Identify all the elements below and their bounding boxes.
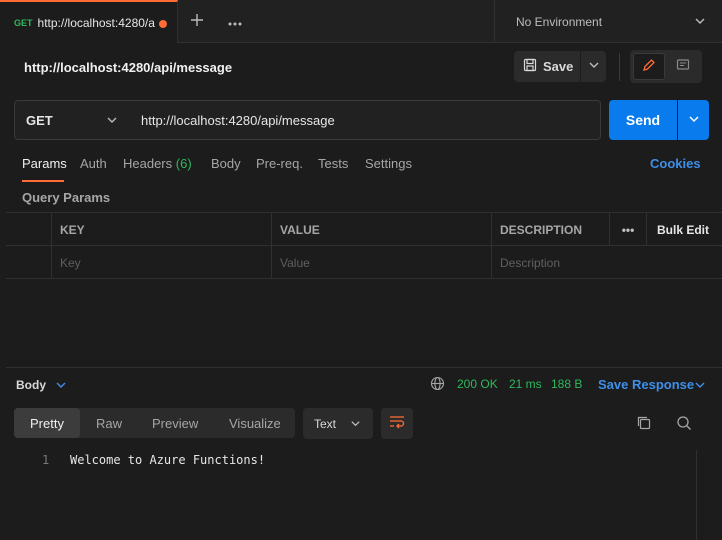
tab-body[interactable]: Body [211,156,241,171]
language-label: Text [314,416,337,431]
save-button[interactable]: Save [514,51,580,82]
value-input[interactable]: Value [271,246,491,279]
chevron-down-icon [688,113,700,128]
format-raw[interactable]: Raw [96,408,122,438]
language-select[interactable]: Text [303,408,373,439]
unsaved-dot-icon [159,20,167,28]
edit-mode-button[interactable] [633,53,665,80]
tab-prereq[interactable]: Pre-req. [256,156,303,171]
format-preview[interactable]: Preview [152,408,198,438]
save-response-button[interactable]: Save Response [598,377,694,392]
tab-params[interactable]: Params [22,156,67,171]
more-options-icon[interactable]: ••• [609,213,646,246]
globe-icon[interactable] [430,376,445,394]
request-title[interactable]: http://localhost:4280/api/message [24,60,232,75]
response-time[interactable]: 21 ms [509,377,542,391]
cookies-link[interactable]: Cookies [650,156,701,171]
format-pretty[interactable]: Pretty [14,408,80,438]
pane-divider[interactable] [6,367,722,368]
query-params-label: Query Params [22,190,111,205]
response-body-label[interactable]: Body [16,378,46,392]
send-button[interactable]: Send [609,100,677,140]
comment-icon [676,58,690,75]
new-tab-plus-icon[interactable] [186,10,208,32]
params-header-row: KEY VALUE DESCRIPTION ••• Bulk Edit [6,213,722,246]
chevron-down-icon [350,418,361,432]
url-value: http://localhost:4280/api/message [141,112,335,128]
chevron-down-icon [694,15,706,30]
status-code[interactable]: 200 OK [457,377,498,391]
description-column-header: DESCRIPTION [491,213,609,246]
active-tab-indicator [22,180,64,182]
headers-count-badge: (6) [175,156,192,171]
copy-icon[interactable] [636,415,652,434]
response-content[interactable]: Welcome to Azure Functions! [70,453,265,467]
method-label: GET [26,112,53,128]
row-checkbox-cell [6,246,51,279]
url-input[interactable]: http://localhost:4280/api/message [129,100,601,140]
response-scrollbar[interactable] [696,450,722,540]
format-visualize[interactable]: Visualize [229,408,281,438]
wrap-lines-button[interactable] [381,408,413,439]
send-dropdown-button[interactable] [678,100,709,140]
response-size[interactable]: 188 B [551,377,582,391]
key-input[interactable]: Key [51,246,271,279]
chevron-down-icon[interactable] [55,379,67,394]
line-number: 1 [42,453,50,467]
chevron-down-icon [106,114,118,129]
bulk-edit-button[interactable]: Bulk Edit [646,213,722,246]
save-label: Save [543,59,574,74]
tab-headers[interactable]: Headers (6) [123,156,192,171]
value-column-header: VALUE [271,213,491,246]
tab-method: GET [14,17,33,28]
toolbar-divider [619,53,620,81]
key-column-header: KEY [51,213,271,246]
request-tab[interactable]: GET http://localhost:4280/a [0,0,178,43]
environment-select[interactable]: No Environment [494,0,722,43]
search-icon[interactable] [676,415,692,434]
params-table: KEY VALUE DESCRIPTION ••• Bulk Edit Key … [6,212,722,279]
chevron-down-icon[interactable] [694,379,706,394]
save-icon [523,58,537,75]
tab-auth[interactable]: Auth [80,156,107,171]
params-empty-row: Key Value Description [6,246,722,279]
description-input[interactable]: Description [491,246,722,279]
tab-url: http://localhost:4280/a [37,15,155,30]
tab-settings[interactable]: Settings [365,156,412,171]
tab-more-icon[interactable] [224,10,246,32]
tab-tests[interactable]: Tests [318,156,348,171]
tab-headers-label: Headers [123,156,173,171]
comment-button[interactable] [667,53,699,80]
pencil-icon [642,58,656,75]
wrap-lines-icon [389,415,405,432]
checkbox-column-header [6,213,51,246]
method-select[interactable]: GET [14,100,130,140]
save-dropdown-button[interactable] [581,51,606,82]
chevron-down-icon [588,59,600,74]
environment-label: No Environment [516,14,603,29]
